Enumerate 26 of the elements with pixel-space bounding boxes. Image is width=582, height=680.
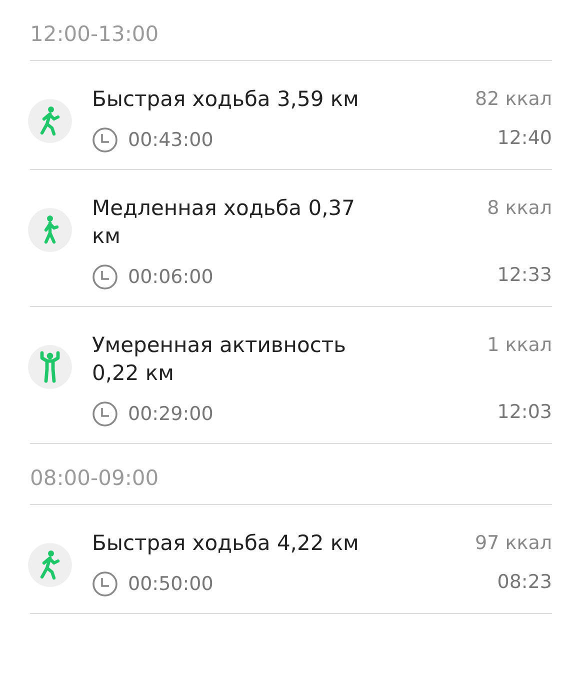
activity-row[interactable]: Умеренная активность 0,22 км 1 ккал 00:29:00 12:03 xyxy=(30,307,552,444)
clock-icon xyxy=(92,264,118,290)
duration: 00:43:00 xyxy=(128,129,214,151)
activity-title: Быстрая ходьба 3,59 км xyxy=(92,86,359,113)
activity-title: Медленная ходьба 0,37 км xyxy=(92,195,356,250)
activity-time: 12:03 xyxy=(497,401,552,423)
duration: 00:50:00 xyxy=(128,573,214,595)
activity-title: Быстрая ходьба 4,22 км xyxy=(92,530,359,557)
activity-row[interactable]: Медленная ходьба 0,37 км 8 ккал 00:06:00 12:33 xyxy=(30,170,552,307)
calories: 97 ккал xyxy=(475,531,552,556)
section-header: 12:00-13:00 xyxy=(30,0,552,61)
activity-time: 08:23 xyxy=(497,571,552,593)
clock-icon xyxy=(92,127,118,153)
activity-time: 12:33 xyxy=(497,264,552,286)
activity-title: Умеренная активность 0,22 км xyxy=(92,332,347,387)
section-header: 08:00-09:00 xyxy=(30,444,552,505)
duration: 00:06:00 xyxy=(128,266,214,288)
calories: 1 ккал xyxy=(487,333,552,358)
activity-row[interactable]: Быстрая ходьба 4,22 км 97 ккал 00:50:00 08:23 xyxy=(30,505,552,614)
calories: 8 ккал xyxy=(487,196,552,221)
activity-row[interactable]: Быстрая ходьба 3,59 км 82 ккал 00:43:00 12:40 xyxy=(30,61,552,170)
clock-icon xyxy=(92,571,118,597)
calories: 82 ккал xyxy=(475,87,552,112)
activity-time: 12:40 xyxy=(497,127,552,149)
clock-icon xyxy=(92,401,118,427)
duration: 00:29:00 xyxy=(128,403,214,425)
